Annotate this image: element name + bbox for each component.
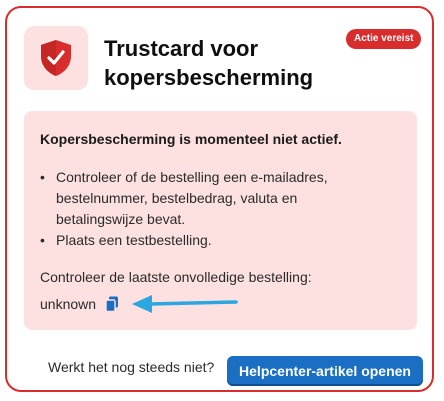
copy-icon[interactable] <box>102 294 122 314</box>
card-title: Trustcard voor kopersbescherming <box>104 36 314 90</box>
warning-banner: Kopersbescherming is momenteel niet acti… <box>24 111 417 330</box>
order-value: unknown <box>40 296 97 312</box>
trustcard-panel: Trustcard voor kopersbescherming Actie v… <box>5 6 434 392</box>
help-article-button[interactable]: Helpcenter-artikel openen <box>227 356 423 386</box>
list-item: Plaats een testbestelling. <box>40 230 370 251</box>
status-badge: Actie vereist <box>346 29 422 49</box>
arrow-pointer-icon <box>132 295 238 313</box>
instruction-list: Controleer of de bestelling een e-mailad… <box>40 167 370 251</box>
list-item: Controleer of de bestelling een e-mailad… <box>40 167 370 230</box>
shield-check-icon <box>41 40 71 76</box>
footer-prompt: Werkt het nog steeds niet? <box>48 359 215 375</box>
banner-heading: Kopersbescherming is momenteel niet acti… <box>40 131 342 147</box>
shield-icon-container <box>24 26 88 90</box>
order-row: unknown <box>40 294 122 314</box>
check-order-label: Controleer de laatste onvolledige bestel… <box>40 269 312 285</box>
